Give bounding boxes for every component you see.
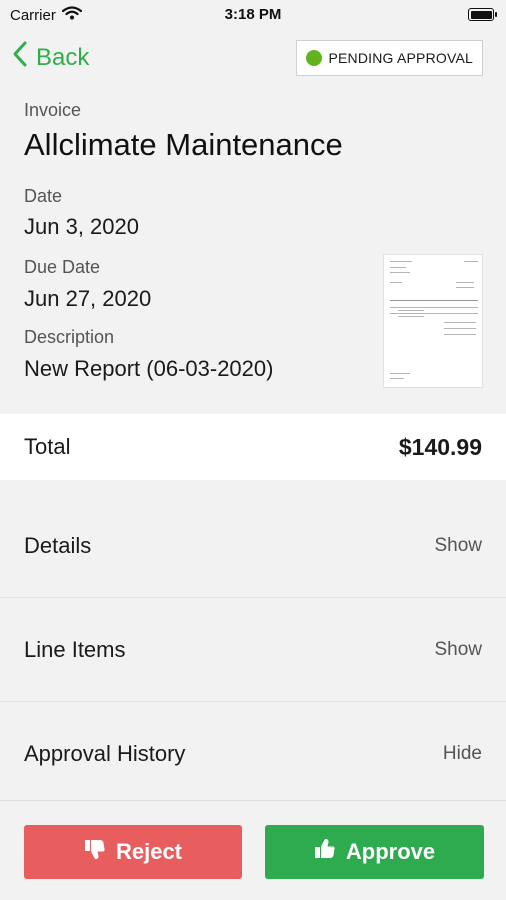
navigation-bar: Back PENDING APPROVAL	[0, 38, 506, 78]
section-line-items[interactable]: Line Items Show	[0, 598, 506, 702]
back-button[interactable]: Back	[12, 40, 89, 75]
due-date-label: Due Date	[24, 257, 101, 277]
total-label: Total	[24, 434, 71, 459]
thumbs-down-icon	[84, 838, 106, 866]
description-value: New Report (06-03-2020)	[24, 356, 274, 381]
section-title: Line Items	[24, 636, 126, 662]
section-title: Approval History	[24, 741, 186, 766]
total-row: Total $140.99	[0, 414, 506, 480]
reject-label: Reject	[115, 839, 183, 864]
status-bar: Carrier 3:18 PM	[0, 0, 506, 30]
vendor-name: Allclimate Maintenance	[24, 127, 343, 162]
section-title: Details	[24, 532, 92, 558]
section-toggle[interactable]: Hide	[443, 743, 482, 765]
section-approval-history[interactable]: Approval History Hide	[0, 702, 506, 806]
status-badge-label: PENDING APPROVAL	[328, 50, 473, 66]
status-badge: PENDING APPROVAL	[296, 40, 483, 76]
invoice-header: Invoice Allclimate Maintenance	[24, 100, 364, 163]
status-time: 3:18 PM	[224, 6, 282, 23]
invoice-type-label: Invoice	[24, 100, 82, 120]
thumbs-up-icon	[314, 838, 336, 866]
reject-button[interactable]: Reject	[24, 825, 242, 879]
chevron-left-icon	[12, 40, 28, 75]
action-bar: Reject Approve	[0, 800, 506, 900]
section-toggle[interactable]: Show	[434, 639, 482, 661]
approve-label: Approve	[345, 839, 436, 864]
date-value: Jun 3, 2020	[24, 214, 139, 239]
description-label: Description	[24, 327, 115, 347]
section-details[interactable]: Details Show	[0, 494, 506, 598]
approve-button[interactable]: Approve	[265, 825, 484, 879]
document-thumbnail[interactable]	[383, 254, 483, 388]
due-date-value: Jun 27, 2020	[24, 286, 152, 311]
status-dot-icon	[306, 50, 323, 66]
date-label: Date	[24, 186, 63, 206]
total-amount: $140.99	[398, 433, 482, 460]
battery-icon	[468, 8, 497, 21]
back-label: Back	[36, 43, 90, 71]
section-toggle[interactable]: Show	[434, 535, 482, 557]
